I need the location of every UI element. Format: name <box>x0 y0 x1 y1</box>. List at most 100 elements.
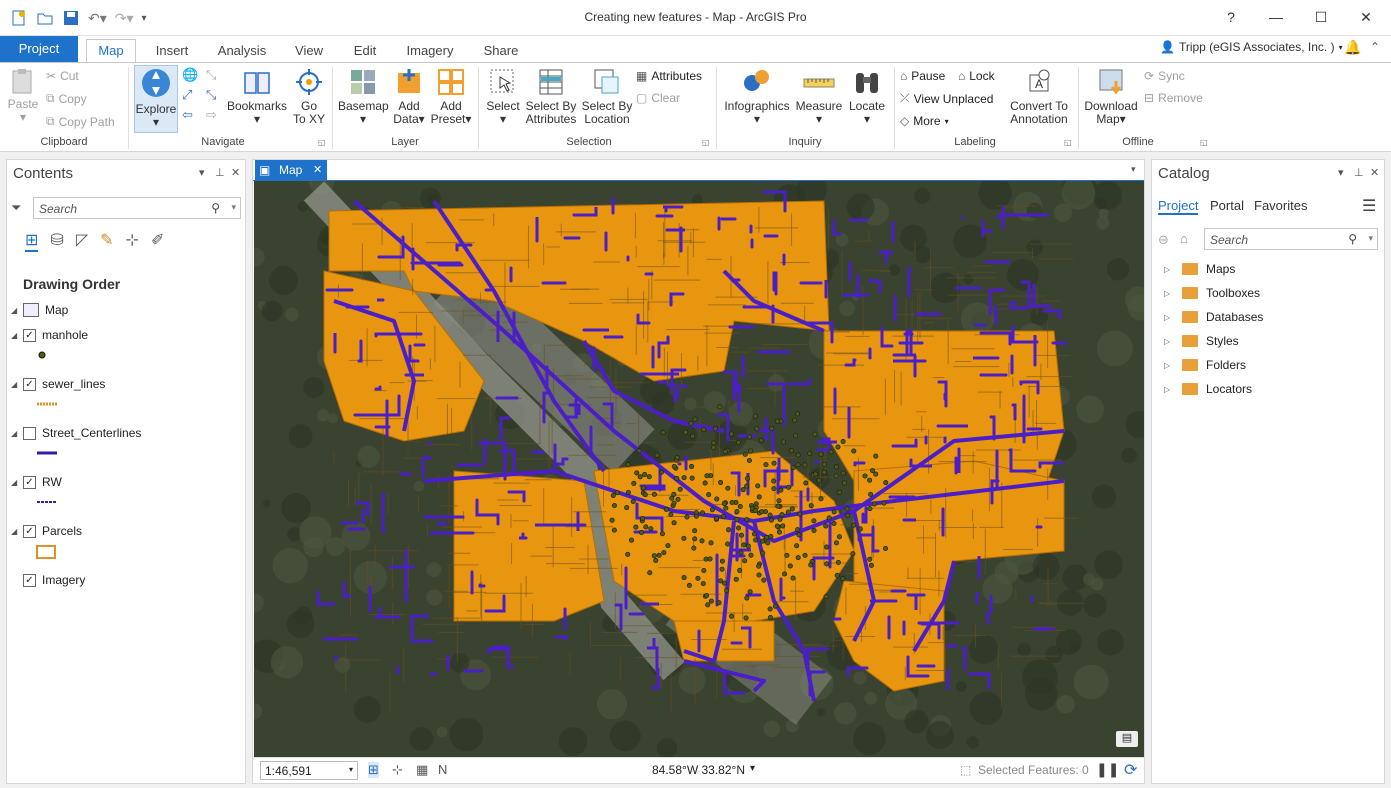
grid-icon[interactable]: ▦ <box>416 762 428 778</box>
next-extent-icon[interactable]: ⇨ <box>206 107 226 123</box>
pause-labeling-button[interactable]: ⌂ Pause <box>900 69 945 83</box>
catalog-search-dropdown-icon[interactable]: ▾ <box>1368 233 1373 244</box>
bookmarks-button[interactable]: Bookmarks ▾ <box>226 67 288 126</box>
lock-labeling-button[interactable]: ⌂ Lock <box>958 69 995 83</box>
labeling-launcher-icon[interactable]: ◱ <box>1064 138 1072 147</box>
convert-to-annotation-button[interactable]: A Convert To Annotation <box>1006 67 1072 126</box>
coordinate-format-icon[interactable]: ▾ <box>750 763 755 774</box>
catalog-expand-icon[interactable]: ▷ <box>1164 385 1176 394</box>
select-by-location-button[interactable]: Select By Location <box>580 67 634 126</box>
tab-list-icon[interactable]: ▾ <box>1131 164 1136 175</box>
tab-imagery[interactable]: Imagery <box>398 40 462 62</box>
explore-button[interactable]: Explore ▾ <box>134 65 178 133</box>
tab-map[interactable]: Map <box>86 39 136 62</box>
catalog-menu-icon[interactable]: ▾ <box>1338 166 1344 179</box>
map-canvas[interactable]: ▤ <box>254 181 1144 757</box>
more-labeling-button[interactable]: ◇ More ▾ <box>900 114 949 128</box>
search-dropdown-icon[interactable]: ▾ <box>231 202 236 213</box>
map-notes-icon[interactable]: ▤ <box>1116 731 1138 747</box>
previous-extent-icon[interactable]: ⇦ <box>182 107 202 123</box>
collapse-caret-icon[interactable]: ◢ <box>11 306 23 315</box>
catalog-tab-favorites[interactable]: Favorites <box>1254 198 1307 213</box>
layer-visibility-checkbox[interactable] <box>23 426 36 440</box>
back-icon[interactable]: ⊖ <box>1158 232 1169 248</box>
select-by-attributes-button[interactable]: Select By Attributes <box>524 67 578 126</box>
layer-expand-caret-icon[interactable]: ◢ <box>11 380 23 389</box>
offline-launcher-icon[interactable]: ◱ <box>1200 138 1208 147</box>
notifications-icon[interactable]: 🔔 <box>1344 39 1361 56</box>
tab-insert[interactable]: Insert <box>148 40 196 62</box>
map-view-tab[interactable]: ▣ Map ✕ <box>255 160 327 180</box>
collapse-ribbon-icon[interactable]: ⌃ <box>1370 40 1380 54</box>
layer-visibility-checkbox[interactable]: ✓ <box>23 328 36 342</box>
attributes-button[interactable]: ▦ Attributes <box>636 69 702 83</box>
sync-button[interactable]: ⟳ Sync <box>1144 69 1185 83</box>
search-icon[interactable]: ⚲ <box>211 201 220 215</box>
catalog-menu-hamburger-icon[interactable]: ☰ <box>1362 196 1376 216</box>
catalog-item-maps[interactable]: ▷ Maps <box>1164 262 1235 276</box>
close-button[interactable]: ✕ <box>1355 6 1377 28</box>
layer-symbol-street_centerlines[interactable] <box>35 446 59 460</box>
layer-row-rw[interactable]: ◢ ✓ RW <box>11 475 62 489</box>
measure-button[interactable]: Measure ▾ <box>794 67 844 126</box>
layer-symbol-sewer_lines[interactable] <box>35 397 59 411</box>
basemap-button[interactable]: Basemap ▾ <box>338 67 389 126</box>
list-by-selection-icon[interactable]: ◸ <box>76 230 88 252</box>
catalog-expand-icon[interactable]: ▷ <box>1164 361 1176 370</box>
list-by-labeling-icon[interactable]: ✐ <box>151 230 164 252</box>
clear-button[interactable]: ▢ Clear <box>636 91 680 105</box>
catalog-expand-icon[interactable]: ▷ <box>1164 313 1176 322</box>
layer-visibility-checkbox[interactable]: ✓ <box>23 573 36 587</box>
tab-project[interactable]: Project <box>0 36 78 62</box>
copy-path-button[interactable]: ⧉ Copy Path <box>46 114 115 129</box>
layer-row-sewer_lines[interactable]: ◢ ✓ sewer_lines <box>11 377 105 391</box>
layer-visibility-checkbox[interactable]: ✓ <box>23 524 36 538</box>
layer-row-manhole[interactable]: ◢ ✓ manhole <box>11 328 88 342</box>
go-to-xy-button[interactable]: Go To XY <box>290 67 328 126</box>
refresh-icon[interactable]: ⟳ <box>1124 760 1137 780</box>
reference-scale-icon[interactable]: ⊞ <box>368 762 379 778</box>
list-by-data-source-icon[interactable]: ⛁ <box>50 230 63 252</box>
layer-expand-caret-icon[interactable]: ◢ <box>11 527 23 536</box>
catalog-expand-icon[interactable]: ▷ <box>1164 289 1176 298</box>
locate-button[interactable]: Locate ▾ <box>846 67 888 126</box>
catalog-item-databases[interactable]: ▷ Databases <box>1164 310 1263 324</box>
layer-expand-caret-icon[interactable]: ◢ <box>11 429 23 438</box>
help-button[interactable]: ? <box>1220 6 1242 28</box>
map-node[interactable]: ◢ Map <box>11 303 68 317</box>
layer-symbol-manhole[interactable] <box>35 348 49 365</box>
select-button[interactable]: Select ▾ <box>484 67 522 126</box>
infographics-button[interactable]: Infographics ▾ <box>722 67 792 126</box>
catalog-tab-portal[interactable]: Portal <box>1210 198 1244 213</box>
contents-search-input[interactable]: Search ⚲ ▾ <box>33 197 241 219</box>
catalog-tab-project[interactable]: Project <box>1158 198 1199 215</box>
layer-row-imagery[interactable]: ✓ Imagery <box>11 573 85 587</box>
add-preset-button[interactable]: Add Preset▾ <box>430 67 472 126</box>
paste-button[interactable]: Paste ▾ <box>6 67 40 124</box>
scale-dropdown-icon[interactable]: ▾ <box>349 765 353 774</box>
layer-visibility-checkbox[interactable]: ✓ <box>23 475 36 489</box>
catalog-item-styles[interactable]: ▷ Styles <box>1164 334 1239 348</box>
remove-button[interactable]: ⊟ Remove <box>1144 91 1203 105</box>
tab-edit[interactable]: Edit <box>346 40 384 62</box>
catalog-expand-icon[interactable]: ▷ <box>1164 265 1176 274</box>
user-account[interactable]: 👤 Tripp (eGIS Associates, Inc. ) ▾ <box>1160 40 1343 54</box>
maximize-button[interactable]: ☐ <box>1310 6 1332 28</box>
cut-button[interactable]: ✂ Cut <box>46 69 79 83</box>
layer-visibility-checkbox[interactable]: ✓ <box>23 377 36 391</box>
catalog-search-input[interactable]: Search ⚲ ▾ <box>1204 228 1378 250</box>
view-unplaced-button[interactable]: ⤫ View Unplaced <box>900 91 993 106</box>
list-by-editing-icon[interactable]: ✎ <box>100 230 113 252</box>
catalog-item-folders[interactable]: ▷ Folders <box>1164 358 1246 372</box>
layer-expand-caret-icon[interactable]: ◢ <box>11 331 23 340</box>
list-by-drawing-order-icon[interactable]: ⊞ <box>25 230 39 252</box>
layer-expand-caret-icon[interactable]: ◢ <box>11 478 23 487</box>
pane-close-icon[interactable]: ✕ <box>231 166 240 179</box>
fixed-zoom-out-icon[interactable]: ⤡ <box>206 87 226 103</box>
catalog-close-icon[interactable]: ✕ <box>1370 166 1379 179</box>
map-tab-close-icon[interactable]: ✕ <box>313 160 322 180</box>
north-arrow-icon[interactable]: N <box>438 762 447 777</box>
layer-symbol-rw[interactable] <box>35 495 59 509</box>
minimize-button[interactable]: — <box>1265 6 1287 28</box>
pane-menu-icon[interactable]: ▾ <box>199 166 205 179</box>
